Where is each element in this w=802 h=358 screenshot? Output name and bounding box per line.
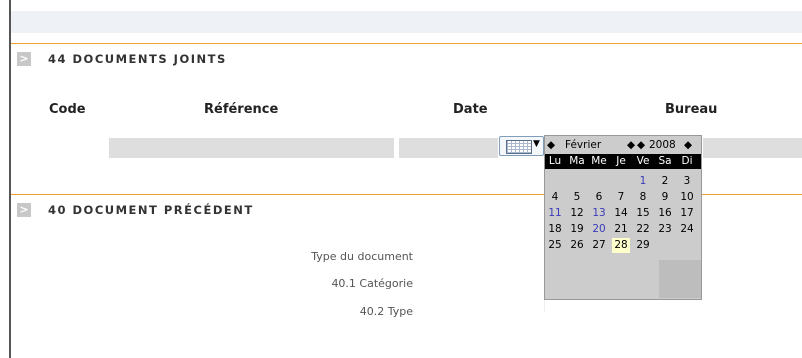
top-band xyxy=(11,11,802,33)
weekday-label: Sa xyxy=(658,155,672,167)
section-header-documents-joints[interactable]: > 44 DOCUMENTS JOINTS xyxy=(11,43,802,70)
calendar-footer xyxy=(544,300,703,312)
calendar-day[interactable]: 17 xyxy=(678,206,696,221)
calendar-day[interactable]: 2 xyxy=(656,174,674,189)
calendar-day[interactable]: 13 xyxy=(590,206,608,221)
bureau-input[interactable] xyxy=(703,138,802,158)
calendar-day[interactable]: 12 xyxy=(568,206,586,221)
calendar-day[interactable]: 29 xyxy=(634,238,652,253)
next-year-icon[interactable]: ◆ xyxy=(684,139,692,151)
calendar-day[interactable]: 21 xyxy=(612,222,630,237)
section-title: 40 DOCUMENT PRÉCÉDENT xyxy=(48,203,254,217)
calendar-day[interactable]: 9 xyxy=(656,190,674,205)
reference-input[interactable] xyxy=(109,138,394,158)
calendar-day[interactable]: 28 xyxy=(612,238,630,253)
calendar-day[interactable]: 25 xyxy=(546,238,564,253)
column-header-bureau: Bureau xyxy=(665,102,718,117)
weekday-label: Ma xyxy=(569,155,585,167)
column-header-code: Code xyxy=(49,102,86,117)
calendar-day[interactable]: 20 xyxy=(590,222,608,237)
calendar-day[interactable]: 4 xyxy=(546,190,564,205)
calendar-day[interactable]: 22 xyxy=(634,222,652,237)
calendar-day[interactable]: 27 xyxy=(590,238,608,253)
calendar-day[interactable]: 26 xyxy=(568,238,586,253)
prev-year-icon[interactable]: ◆ xyxy=(637,139,645,151)
weekday-label: Je xyxy=(616,155,626,167)
weekday-label: Di xyxy=(681,155,693,167)
calendar-month: Février xyxy=(565,139,602,151)
calendar-day[interactable]: 1 xyxy=(634,174,652,189)
calendar-day[interactable]: 5 xyxy=(568,190,586,205)
calendar-day[interactable]: 24 xyxy=(678,222,696,237)
field-label-categorie: 40.1 Catégorie xyxy=(331,277,413,290)
calendar-day[interactable]: 6 xyxy=(590,190,608,205)
section-expand-icon[interactable]: > xyxy=(17,52,31,66)
section-title: 44 DOCUMENTS JOINTS xyxy=(48,52,227,66)
calendar-icon xyxy=(506,140,532,154)
calendar-day[interactable]: 19 xyxy=(568,222,586,237)
calendar-day[interactable]: 23 xyxy=(656,222,674,237)
calendar-day[interactable]: 8 xyxy=(634,190,652,205)
calendar-day[interactable]: 10 xyxy=(678,190,696,205)
calendar-button[interactable]: ▼ xyxy=(499,136,544,156)
column-header-reference: Référence xyxy=(204,102,279,117)
weekday-label: Me xyxy=(591,155,607,167)
calendar-weekday-row: Lu Ma Me Je Ve Sa Di xyxy=(545,154,701,169)
field-label-type-du-document: Type du document xyxy=(311,250,413,263)
calendar-nav-bar: ◆ Février ◆ ◆ 2008 ◆ xyxy=(545,136,701,154)
dropdown-arrow-icon: ▼ xyxy=(533,139,540,149)
date-picker-popup[interactable]: ◆ Février ◆ ◆ 2008 ◆ Lu Ma Me Je Ve Sa Di 1234… xyxy=(544,135,702,300)
calendar-day[interactable]: 3 xyxy=(678,174,696,189)
next-month-icon[interactable]: ◆ xyxy=(627,139,635,151)
calendar-day[interactable]: 15 xyxy=(634,206,652,221)
column-header-date: Date xyxy=(453,102,488,117)
prev-month-icon[interactable]: ◆ xyxy=(547,139,555,151)
calendar-day[interactable]: 7 xyxy=(612,190,630,205)
weekday-label: Ve xyxy=(636,155,650,167)
calendar-year: 2008 xyxy=(649,139,676,151)
calendar-day[interactable]: 11 xyxy=(546,206,564,221)
calendar-day[interactable]: 16 xyxy=(656,206,674,221)
section-expand-icon[interactable]: > xyxy=(17,203,31,217)
calendar-day[interactable]: 14 xyxy=(612,206,630,221)
date-input[interactable] xyxy=(399,138,498,158)
calendar-day[interactable]: 18 xyxy=(546,222,564,237)
calendar-empty-area xyxy=(659,260,701,298)
field-label-type: 40.2 Type xyxy=(359,305,413,318)
weekday-label: Lu xyxy=(548,155,562,167)
